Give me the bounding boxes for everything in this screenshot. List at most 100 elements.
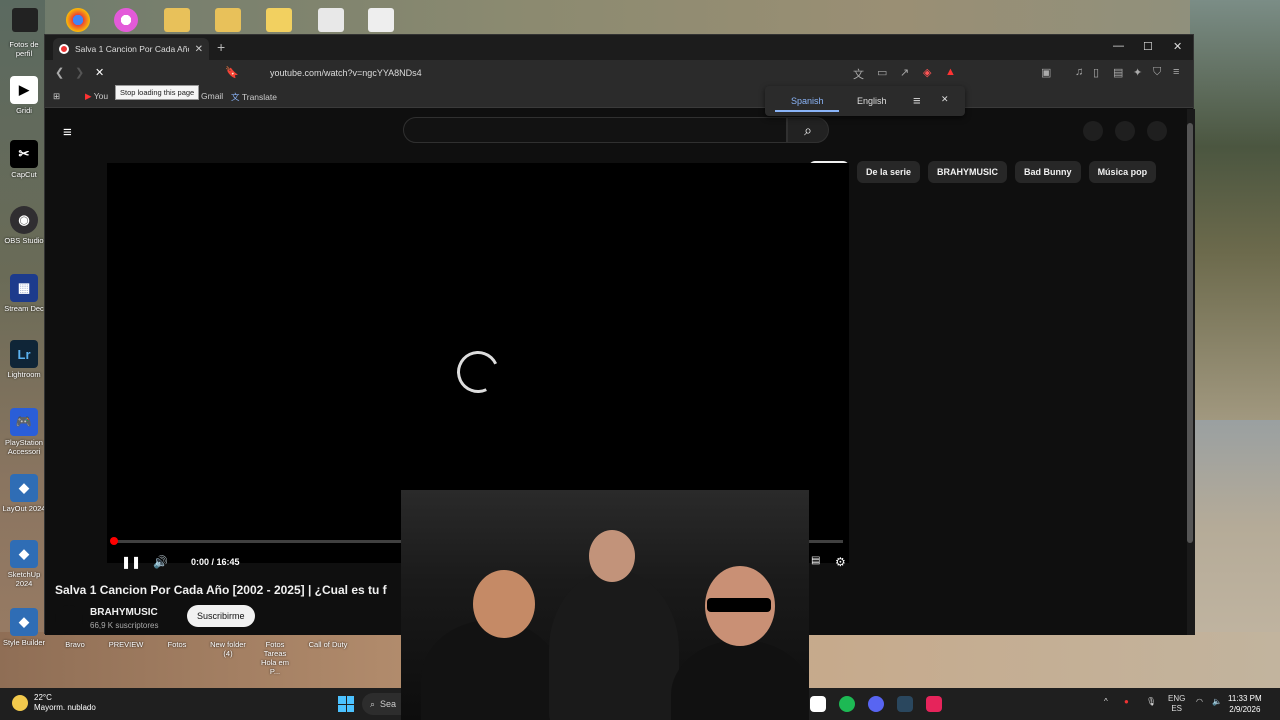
search-input[interactable] (403, 117, 787, 143)
brave-icon[interactable] (318, 8, 344, 32)
bookmark-youtube[interactable]: ▶ You (85, 91, 108, 102)
loading-placeholder-icon (1083, 121, 1103, 141)
translate-close-icon[interactable]: ✕ (941, 94, 949, 105)
chevron-up-icon[interactable]: ^ (1104, 697, 1108, 706)
back-icon[interactable]: ❮ (55, 66, 64, 79)
chip-brahymusic[interactable]: BRAHYMUSIC (928, 161, 1008, 183)
desktop-icon-lightroom[interactable]: Lr Lightroom (2, 340, 46, 379)
subscribe-button[interactable]: Suscribirme (187, 605, 255, 627)
translate-icon: 文 (231, 92, 242, 102)
close-tab-icon[interactable]: ✕ (195, 44, 203, 55)
share-icon[interactable]: ↗ (900, 66, 909, 79)
volume-icon[interactable]: 🔊 (153, 555, 168, 569)
progress-scrubber[interactable] (110, 537, 118, 545)
desktop-icon-playstation[interactable]: 🎮 PlayStation Accessori (2, 408, 46, 456)
brave-shield-icon[interactable]: ◈ (923, 66, 931, 79)
desktop-icon-label[interactable]: Call of Duty (308, 640, 348, 649)
cast-icon[interactable]: ▭ (877, 66, 887, 79)
translate-popup: Spanish English ≡ ✕ (765, 86, 965, 116)
speaker-icon[interactable]: 🔈 (1212, 697, 1222, 706)
desktop-icon-stylebuilder[interactable]: ◆ Style Builder (2, 608, 46, 647)
language-line1: ENG (1168, 694, 1186, 703)
stop-loading-icon[interactable]: ✕ (95, 66, 104, 79)
apps-grid-icon[interactable]: ⊞ (53, 91, 60, 102)
filter-chips: De la serie BRAHYMUSIC Bad Bunny Música … (809, 161, 1157, 183)
person-right (671, 640, 809, 720)
steam-icon[interactable] (897, 696, 913, 712)
scrollbar-thumb[interactable] (1187, 123, 1193, 543)
new-tab-icon[interactable]: + (217, 39, 225, 55)
wallet-icon[interactable]: ▤ (1113, 66, 1123, 79)
chip-series[interactable]: De la serie (857, 161, 921, 183)
menu-icon[interactable]: ≡ (1173, 66, 1179, 78)
bookmark-translate[interactable]: 文 Translate (231, 91, 277, 103)
subtitles-icon[interactable]: ▤ (811, 555, 820, 566)
desktop-icon-capcut[interactable]: ✂ CapCut (2, 140, 46, 179)
desktop-icon-obs[interactable]: ◉ OBS Studio (2, 206, 46, 245)
desktop-icon-label[interactable]: New folder (4) (208, 640, 248, 658)
desktop-icon-label[interactable]: PREVIEW (106, 640, 146, 649)
wifi-icon[interactable]: ◠ (1196, 697, 1203, 706)
channel-name[interactable]: BRAHYMUSIC (90, 607, 158, 618)
desktop-icon-sketchup[interactable]: ◆ SketchUp 2024 (2, 540, 46, 588)
desktop-app-icon[interactable] (12, 8, 38, 32)
forward-icon[interactable]: ❯ (75, 66, 84, 79)
avatar[interactable] (55, 605, 83, 633)
maximize-icon[interactable]: ☐ (1143, 40, 1153, 53)
clock[interactable]: 11:33 PM 2/9/2026 (1228, 693, 1262, 715)
settings-icon[interactable]: ⚙ (835, 555, 846, 569)
browser-tab[interactable]: Salva 1 Cancion Por Cada Año [2 ✕ (53, 38, 209, 60)
vpn-icon[interactable]: ⛉ (1153, 66, 1161, 79)
desktop-icon-fotos[interactable]: Fotos de perfil (2, 38, 46, 58)
spotify-icon[interactable] (839, 696, 855, 712)
folder-icon[interactable] (215, 8, 241, 32)
language-indicator[interactable]: ENG ES (1168, 694, 1185, 714)
start-button[interactable] (338, 696, 354, 712)
clock-time: 11:33 PM (1228, 694, 1262, 703)
page-scrollbar[interactable] (1187, 109, 1195, 635)
folder-icon[interactable] (266, 8, 292, 32)
sketchup-icon: ◆ (10, 540, 38, 568)
screenshot-icon[interactable]: ▣ (1041, 66, 1051, 79)
extensions-icon[interactable]: ✦ (1133, 66, 1142, 79)
bookmark-label: You (93, 91, 109, 101)
desktop-icon-label: PlayStation Accessori (5, 438, 43, 456)
desktop-icon-label[interactable]: Fotos Tareas Hola em P... (255, 640, 295, 676)
weather-widget[interactable]: 22°C Mayorm. nublado (12, 693, 96, 713)
capcut-icon[interactable] (810, 696, 826, 712)
translate-icon[interactable]: 文 (853, 66, 864, 82)
microphone-icon[interactable]: 🎙 (1146, 697, 1156, 706)
translate-target-language[interactable]: English (857, 96, 887, 106)
search-button[interactable]: ⌕ (787, 117, 829, 143)
chip-musica-pop[interactable]: Música pop (1088, 161, 1157, 183)
desktop-icon-streamdeck[interactable]: ▦ Stream Dec (2, 274, 46, 313)
minimize-icon[interactable]: — (1113, 40, 1124, 52)
desktop-icon-layout[interactable]: ◆ LayOut 2024 (2, 474, 46, 513)
bookmark-gmail[interactable]: Gmail (201, 91, 223, 101)
search-icon: ⌕ (804, 121, 812, 138)
sidebar-icon[interactable]: ▯ (1093, 66, 1099, 79)
taskbar-search-label: Sea (380, 699, 397, 709)
chrome-icon[interactable] (66, 8, 90, 32)
desktop-icon-gridi[interactable]: ▶ Gridi (2, 76, 46, 115)
translate-options-icon[interactable]: ≡ (913, 93, 921, 108)
translate-source-language[interactable]: Spanish (791, 96, 824, 106)
chip-bad-bunny[interactable]: Bad Bunny (1015, 161, 1081, 183)
antivirus-icon[interactable]: ● (1124, 697, 1129, 706)
person-middle-head (589, 530, 635, 582)
media-player-icon[interactable] (368, 8, 394, 32)
discord-icon[interactable] (868, 696, 884, 712)
capcut-icon: ✂ (10, 140, 38, 168)
desktop-icon-label[interactable]: Bravo (55, 640, 95, 649)
guide-menu-icon[interactable]: ≡ (63, 124, 72, 141)
folder-icon[interactable] (164, 8, 190, 32)
music-icon[interactable]: ♫ (1075, 66, 1083, 78)
itunes-icon[interactable] (114, 8, 138, 32)
close-window-icon[interactable]: ✕ (1173, 40, 1182, 53)
brave-rewards-icon[interactable]: ▲ (945, 66, 956, 78)
tiktok-icon[interactable] (926, 696, 942, 712)
pause-icon[interactable]: ❚❚ (121, 555, 141, 569)
desktop-icon-label: Gridi (16, 106, 32, 115)
desktop-icon-label[interactable]: Fotos (157, 640, 197, 649)
bookmark-icon[interactable]: 🔖 (225, 66, 239, 79)
